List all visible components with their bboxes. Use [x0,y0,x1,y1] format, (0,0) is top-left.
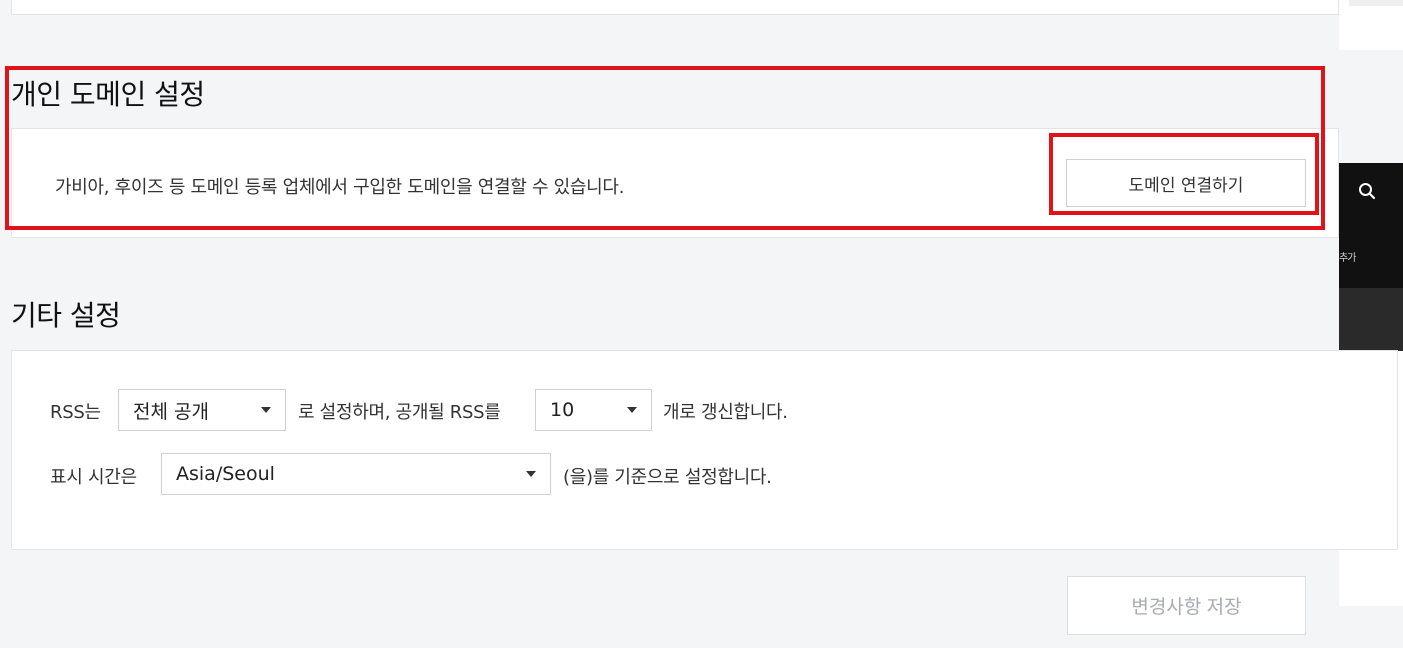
search-icon[interactable] [1358,182,1376,200]
etc-settings-card [11,350,1398,550]
rss-label: RSS는 [50,402,101,423]
timezone-label: 표시 시간은 [50,467,137,488]
chevron-down-icon [261,407,271,413]
save-changes-button[interactable]: 변경사항 저장 [1067,576,1306,635]
rss-count-value: 10 [550,399,575,421]
preview-partial-text: 추가 [1339,253,1356,264]
rss-middle-text: 로 설정하며, 공개될 RSS를 [298,402,501,423]
preview-panel-strip [1339,288,1403,351]
timezone-select[interactable]: Asia/Seoul [161,453,551,495]
rss-scope-select[interactable]: 전체 공개 [118,389,286,431]
highlight-box-connect-button [1049,133,1319,215]
timezone-tail-text: (을)를 기준으로 설정합니다. [563,467,772,488]
previous-section-card [11,0,1339,15]
chevron-down-icon [526,471,536,477]
preview-panel-dark: 추가 [1339,163,1403,351]
chevron-down-icon [627,407,637,413]
rss-tail-text: 개로 갱신합니다. [663,402,788,423]
timezone-value: Asia/Seoul [176,463,275,485]
preview-panel-top [1339,0,1403,50]
etc-section-title: 기타 설정 [11,299,121,332]
rss-count-select[interactable]: 10 [535,389,652,431]
preview-panel-tab [1349,0,1403,6]
rss-scope-value: 전체 공개 [133,400,209,423]
